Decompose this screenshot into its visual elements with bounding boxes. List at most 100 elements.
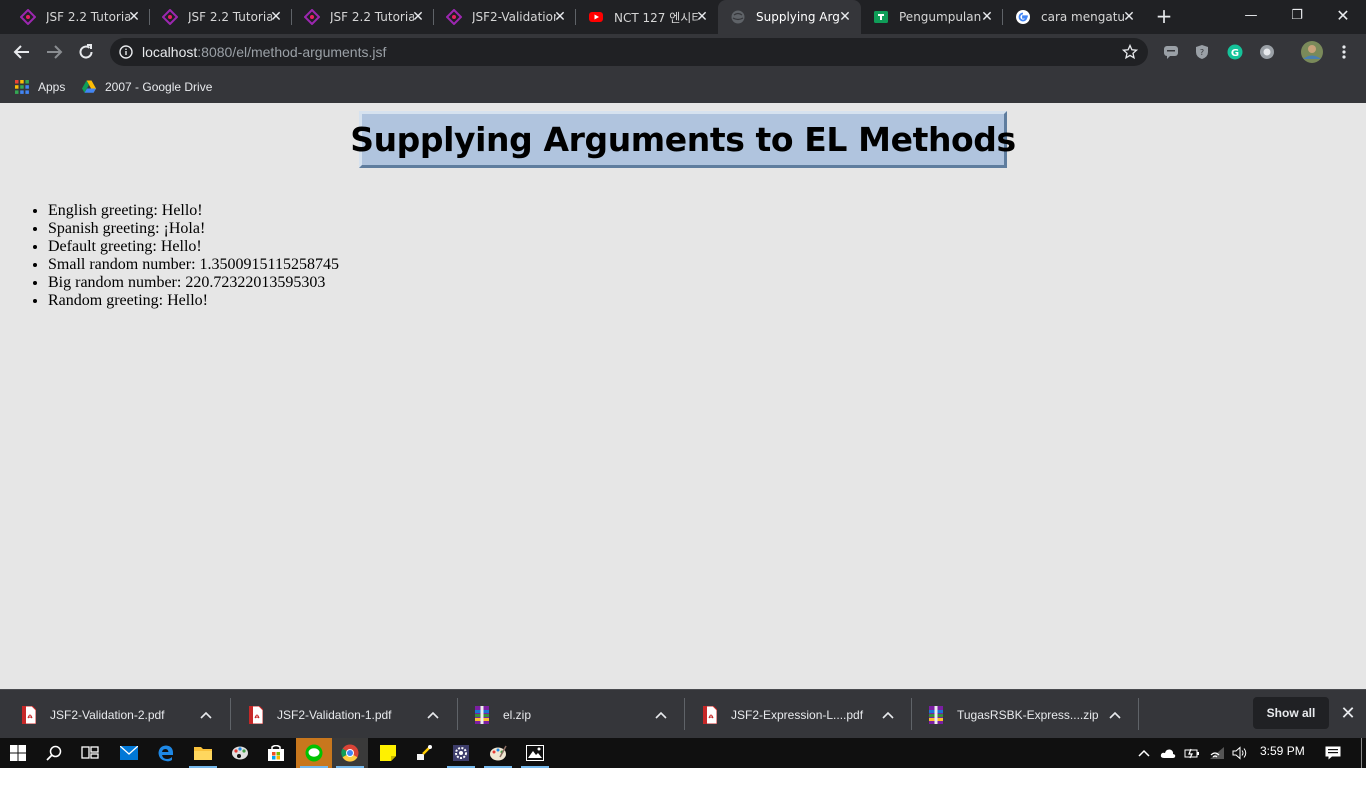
store-app[interactable] <box>258 738 294 768</box>
reload-icon <box>79 44 93 59</box>
tab-close-icon[interactable]: ✕ <box>1121 9 1137 25</box>
download-item[interactable]: JSF2-Validation-2.pdf <box>22 690 230 739</box>
chevron-up-icon[interactable] <box>653 707 669 723</box>
photo-icon <box>526 745 544 761</box>
page-title: Supplying Arguments to EL Methods <box>350 120 1016 159</box>
gear-icon <box>453 745 469 761</box>
coreservlets-icon <box>304 9 320 25</box>
address-bar[interactable]: localhost:8080/el/method-arguments.jsf <box>110 38 1148 66</box>
palette-icon <box>232 746 248 760</box>
svg-text:?: ? <box>1200 48 1204 57</box>
coreservlets-icon <box>446 9 462 25</box>
settings-app[interactable] <box>443 738 479 768</box>
list-item: Small random number: 1.3500915115258745 <box>48 256 339 274</box>
onedrive-cloud-icon[interactable] <box>1160 745 1176 761</box>
file-explorer-app[interactable] <box>185 738 221 768</box>
list-item: Big random number: 220.72322013595303 <box>48 274 339 292</box>
windows-logo-icon <box>10 745 26 761</box>
chevron-up-icon[interactable] <box>198 707 214 723</box>
browser-tab-3[interactable]: JSF 2.2 Tutorial ✕ <box>292 0 434 34</box>
google-icon <box>1015 9 1031 25</box>
taskbar-clock[interactable]: 3:59 PM <box>1260 744 1305 758</box>
task-view-button[interactable] <box>72 738 108 768</box>
browser-tab-1[interactable]: JSF 2.2 Tutorial ✕ <box>8 0 150 34</box>
bookmark-label: Apps <box>38 80 66 94</box>
start-button[interactable] <box>0 738 36 768</box>
download-filename: JSF2-Validation-2.pdf <box>50 707 165 722</box>
wifi-icon[interactable] <box>1209 745 1225 761</box>
browser-tab-2[interactable]: JSF 2.2 Tutorial ✕ <box>150 0 292 34</box>
google-drive-icon <box>82 80 96 93</box>
download-filename: TugasRSBK-Express....zip <box>957 707 1099 722</box>
reload-button[interactable] <box>72 38 100 66</box>
photos-app[interactable] <box>517 738 553 768</box>
tab-title: cara mengatur <box>1041 10 1125 24</box>
download-item[interactable]: JSF2-Expression-L....pdf <box>703 690 911 739</box>
edge-app[interactable] <box>148 738 184 768</box>
google-classroom-icon <box>873 9 889 25</box>
download-item[interactable]: TugasRSBK-Express....zip <box>929 690 1138 739</box>
browser-tab-5[interactable]: NCT 127 엔시티 ✕ <box>576 0 718 34</box>
download-item[interactable]: el.zip <box>475 690 684 739</box>
bookmark-apps[interactable]: Apps <box>14 77 65 97</box>
extension-shield-icon[interactable]: ? <box>1188 38 1216 66</box>
arrow-right-icon <box>47 45 63 59</box>
grammarly-icon[interactable]: G <box>1221 38 1249 66</box>
chevron-up-icon[interactable] <box>880 707 896 723</box>
page-title-box: Supplying Arguments to EL Methods <box>350 111 1016 168</box>
restore-button[interactable]: ❐ <box>1274 0 1320 30</box>
minimize-button[interactable]: — <box>1228 0 1274 30</box>
new-tab-button[interactable]: + <box>1152 5 1176 29</box>
browser-tab-active[interactable]: Supplying Argu ✕ <box>718 0 861 34</box>
browser-tab-8[interactable]: cara mengatur ✕ <box>1003 0 1145 34</box>
line-app[interactable] <box>296 738 332 768</box>
browser-tab-7[interactable]: Pengumpulan ✕ <box>861 0 1003 34</box>
sticky-notes-app[interactable] <box>370 738 406 768</box>
chrome-app[interactable] <box>332 738 368 768</box>
paint-app[interactable] <box>222 738 258 768</box>
profile-avatar[interactable] <box>1298 38 1326 66</box>
bookmark-google-drive[interactable]: 2007 - Google Drive <box>81 77 212 97</box>
tools-app[interactable] <box>406 738 442 768</box>
browser-tab-4[interactable]: JSF2-Validation ✕ <box>434 0 576 34</box>
extension-chat-icon[interactable] <box>1157 38 1185 66</box>
show-desktop-button[interactable] <box>1361 738 1362 768</box>
paint3d-app[interactable] <box>480 738 516 768</box>
windows-taskbar: 3:59 PM <box>0 738 1366 768</box>
chevron-up-icon[interactable] <box>1136 745 1152 761</box>
menu-kebab-icon[interactable] <box>1330 38 1358 66</box>
download-shelf: JSF2-Validation-2.pdf JSF2-Validation-1.… <box>0 689 1366 738</box>
forward-button[interactable] <box>40 38 68 66</box>
bookmark-star-icon[interactable] <box>1122 44 1138 60</box>
back-button[interactable] <box>8 38 36 66</box>
mail-app[interactable] <box>111 738 147 768</box>
close-download-shelf-icon[interactable]: ✕ <box>1338 704 1358 724</box>
window-close-button[interactable]: ✕ <box>1320 0 1366 30</box>
mail-icon <box>120 746 138 760</box>
chevron-up-icon[interactable] <box>425 707 441 723</box>
task-view-icon <box>81 746 99 759</box>
show-all-button[interactable]: Show all <box>1253 697 1329 729</box>
chevron-up-icon[interactable] <box>1107 707 1123 723</box>
info-icon[interactable] <box>119 45 133 59</box>
tab-close-icon[interactable]: ✕ <box>268 9 284 25</box>
page-content: Supplying Arguments to EL Methods Englis… <box>0 103 1366 689</box>
volume-icon[interactable] <box>1232 745 1248 761</box>
search-button[interactable] <box>36 738 72 768</box>
tab-close-icon[interactable]: ✕ <box>126 9 142 25</box>
tab-close-icon[interactable]: ✕ <box>552 9 568 25</box>
tab-title: Pengumpulan <box>899 10 982 24</box>
download-separator <box>230 698 231 730</box>
download-item[interactable]: JSF2-Validation-1.pdf <box>249 690 457 739</box>
tab-title: JSF 2.2 Tutorial <box>46 10 130 24</box>
tab-close-icon[interactable]: ✕ <box>410 9 426 25</box>
tab-close-icon[interactable]: ✕ <box>837 9 853 25</box>
tab-close-icon[interactable]: ✕ <box>694 9 710 25</box>
extension-circle-icon[interactable] <box>1253 38 1281 66</box>
battery-icon[interactable] <box>1184 745 1200 761</box>
notifications-icon[interactable] <box>1325 745 1341 761</box>
tab-title: NCT 127 엔시티 <box>614 10 698 25</box>
download-separator <box>457 698 458 730</box>
tab-close-icon[interactable]: ✕ <box>979 9 995 25</box>
tab-title: Supplying Argu <box>756 10 840 24</box>
